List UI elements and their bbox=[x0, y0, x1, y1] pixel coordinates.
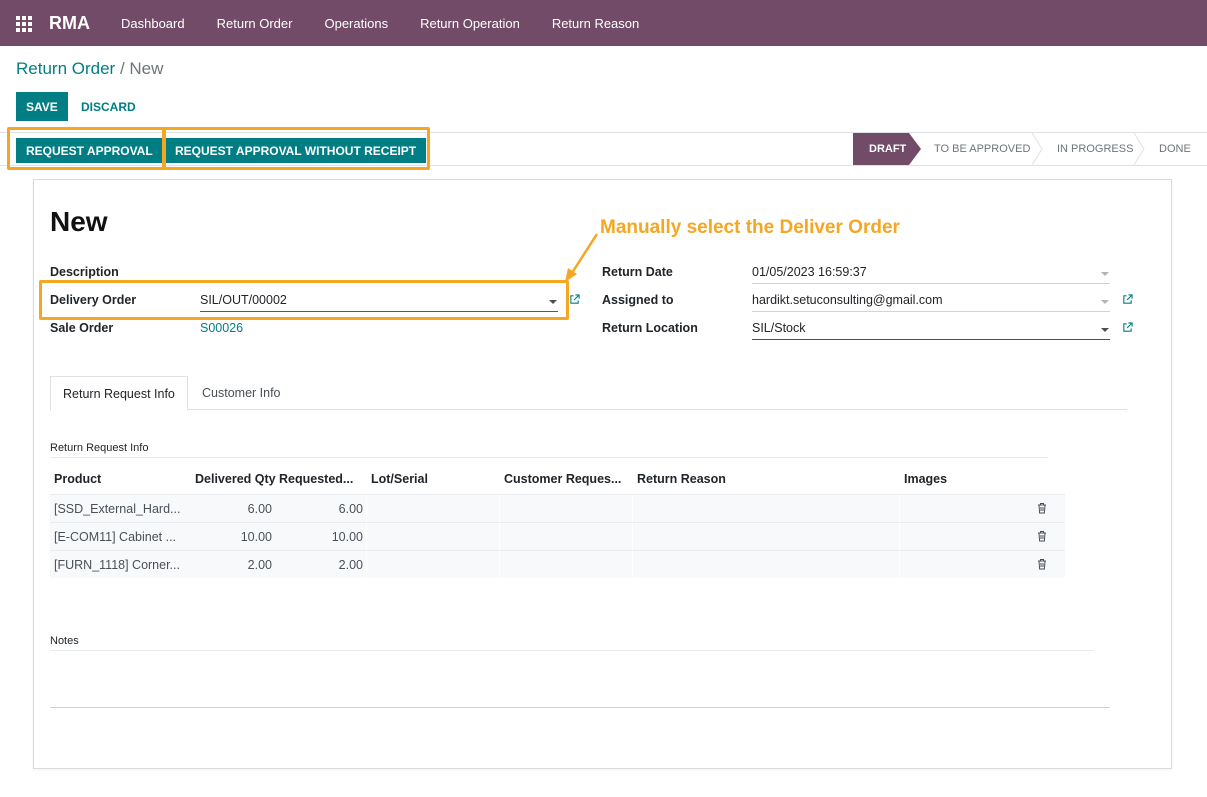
return-location-label: Return Location bbox=[602, 321, 698, 335]
col-images[interactable]: Images bbox=[904, 472, 947, 486]
return-location-caret-icon[interactable] bbox=[1101, 328, 1109, 332]
cell-requested[interactable]: 6.00 bbox=[276, 502, 363, 516]
cell-delivered[interactable]: 2.00 bbox=[190, 558, 272, 572]
cell-delivered[interactable]: 10.00 bbox=[190, 530, 272, 544]
delivery-order-input[interactable]: SIL/OUT/00002 bbox=[200, 293, 287, 307]
annotation-arrow-icon bbox=[565, 233, 599, 282]
request-approval-without-receipt-button[interactable]: REQUEST APPROVAL WITHOUT RECEIPT bbox=[165, 138, 427, 163]
cell-separator bbox=[499, 495, 500, 522]
cell-requested[interactable]: 10.00 bbox=[276, 530, 363, 544]
app-brand[interactable]: RMA bbox=[49, 13, 90, 34]
col-product[interactable]: Product bbox=[54, 472, 101, 486]
cell-separator bbox=[366, 495, 367, 522]
cell-separator bbox=[899, 523, 900, 550]
section-title: Return Request Info bbox=[50, 442, 149, 454]
trash-icon[interactable] bbox=[1037, 502, 1047, 514]
return-location-underline bbox=[752, 339, 1110, 340]
table-header: Product Delivered Qty Requested... Lot/S… bbox=[50, 466, 1065, 494]
return-date-caret-icon[interactable] bbox=[1101, 272, 1109, 276]
tab-customer-info[interactable]: Customer Info bbox=[190, 376, 293, 410]
col-return-reason[interactable]: Return Reason bbox=[637, 472, 726, 486]
cell-separator bbox=[632, 523, 633, 550]
assigned-to-label: Assigned to bbox=[602, 293, 674, 307]
delivery-order-label: Delivery Order bbox=[50, 293, 137, 307]
stage-draft[interactable]: DRAFT bbox=[853, 133, 909, 165]
table-row[interactable]: [FURN_1118] Corner... 2.00 2.00 bbox=[50, 550, 1065, 578]
delivery-order-underline bbox=[200, 311, 558, 312]
assigned-to-underline bbox=[752, 311, 1110, 312]
annotation-text: Manually select the Deliver Order bbox=[600, 217, 900, 238]
table-row[interactable]: [SSD_External_Hard... 6.00 6.00 bbox=[50, 494, 1065, 522]
return-location-external-link-icon[interactable] bbox=[1122, 322, 1133, 333]
return-location-input[interactable]: SIL/Stock bbox=[752, 321, 806, 335]
col-customer-request[interactable]: Customer Reques... bbox=[504, 472, 621, 486]
stage-in-progress-label: IN PROGRESS bbox=[1057, 143, 1134, 155]
stage-to-be-approved[interactable]: TO BE APPROVED bbox=[918, 133, 1038, 165]
col-lot-serial[interactable]: Lot/Serial bbox=[371, 472, 428, 486]
nav-dashboard[interactable]: Dashboard bbox=[121, 16, 185, 31]
trash-icon[interactable] bbox=[1037, 530, 1047, 542]
stage-done[interactable]: DONE bbox=[1143, 133, 1205, 165]
stage-done-label: DONE bbox=[1159, 143, 1191, 155]
cell-separator bbox=[366, 551, 367, 578]
breadcrumb-separator: / bbox=[119, 59, 125, 78]
delivery-order-external-link-icon[interactable] bbox=[569, 294, 580, 305]
discard-button[interactable]: DISCARD bbox=[81, 92, 136, 121]
trash-icon[interactable] bbox=[1037, 558, 1047, 570]
sale-order-link[interactable]: S00026 bbox=[200, 321, 243, 335]
sale-order-label: Sale Order bbox=[50, 321, 114, 335]
return-date-label: Return Date bbox=[602, 265, 673, 279]
stage-separator-icon bbox=[1031, 133, 1043, 165]
cell-separator bbox=[366, 523, 367, 550]
table-row[interactable]: [E-COM11] Cabinet ... 10.00 10.00 bbox=[50, 522, 1065, 550]
delivery-order-caret-icon[interactable] bbox=[549, 300, 557, 304]
stage-to-be-approved-label: TO BE APPROVED bbox=[934, 143, 1031, 155]
description-label: Description bbox=[50, 265, 119, 279]
section-divider bbox=[50, 457, 1048, 458]
assigned-to-caret-icon[interactable] bbox=[1101, 300, 1109, 304]
cell-separator bbox=[632, 551, 633, 578]
cell-product[interactable]: [SSD_External_Hard... bbox=[54, 502, 180, 516]
breadcrumb-current: New bbox=[129, 59, 164, 78]
top-navbar: RMA Dashboard Return Order Operations Re… bbox=[0, 0, 1207, 46]
return-date-input[interactable]: 01/05/2023 16:59:37 bbox=[752, 265, 867, 279]
breadcrumb: Return Order / New bbox=[16, 59, 163, 79]
cell-requested[interactable]: 2.00 bbox=[276, 558, 363, 572]
stage-separator-icon bbox=[1133, 133, 1145, 165]
notes-label: Notes bbox=[50, 635, 79, 647]
breadcrumb-parent[interactable]: Return Order bbox=[16, 59, 115, 78]
col-delivered-qty[interactable]: Delivered Qty bbox=[195, 472, 276, 486]
assigned-to-external-link-icon[interactable] bbox=[1122, 294, 1133, 305]
cell-separator bbox=[499, 551, 500, 578]
cell-separator bbox=[632, 495, 633, 522]
cell-separator bbox=[899, 495, 900, 522]
tab-return-request-info[interactable]: Return Request Info bbox=[50, 376, 188, 411]
notebook-tabs: Return Request Info Customer Info bbox=[50, 376, 1127, 411]
request-approval-button[interactable]: REQUEST APPROVAL bbox=[16, 138, 163, 163]
apps-grid-icon[interactable] bbox=[16, 16, 34, 32]
nav-operations[interactable]: Operations bbox=[324, 16, 388, 31]
cell-product[interactable]: [FURN_1118] Corner... bbox=[54, 558, 180, 572]
cell-separator bbox=[899, 551, 900, 578]
cell-delivered[interactable]: 6.00 bbox=[190, 502, 272, 516]
form-statusbar: REQUEST APPROVAL REQUEST APPROVAL WITHOU… bbox=[0, 132, 1207, 166]
assigned-to-input[interactable]: hardikt.setuconsulting@gmail.com bbox=[752, 293, 943, 307]
record-title: New bbox=[50, 206, 108, 237]
return-date-underline bbox=[752, 283, 1110, 284]
return-lines-table: Product Delivered Qty Requested... Lot/S… bbox=[50, 466, 1065, 578]
nav-return-order[interactable]: Return Order bbox=[217, 16, 293, 31]
notes-input[interactable] bbox=[50, 650, 1110, 708]
cell-separator bbox=[499, 523, 500, 550]
col-requested[interactable]: Requested... bbox=[279, 472, 353, 486]
cell-product[interactable]: [E-COM11] Cabinet ... bbox=[54, 530, 176, 544]
stage-draft-label: DRAFT bbox=[869, 143, 907, 155]
stage-in-progress[interactable]: IN PROGRESS bbox=[1041, 133, 1136, 165]
nav-return-reason[interactable]: Return Reason bbox=[552, 16, 639, 31]
form-sheet: New Manually select the Deliver Order De… bbox=[33, 179, 1172, 769]
save-button[interactable]: SAVE bbox=[16, 92, 68, 121]
nav-return-operation[interactable]: Return Operation bbox=[420, 16, 520, 31]
